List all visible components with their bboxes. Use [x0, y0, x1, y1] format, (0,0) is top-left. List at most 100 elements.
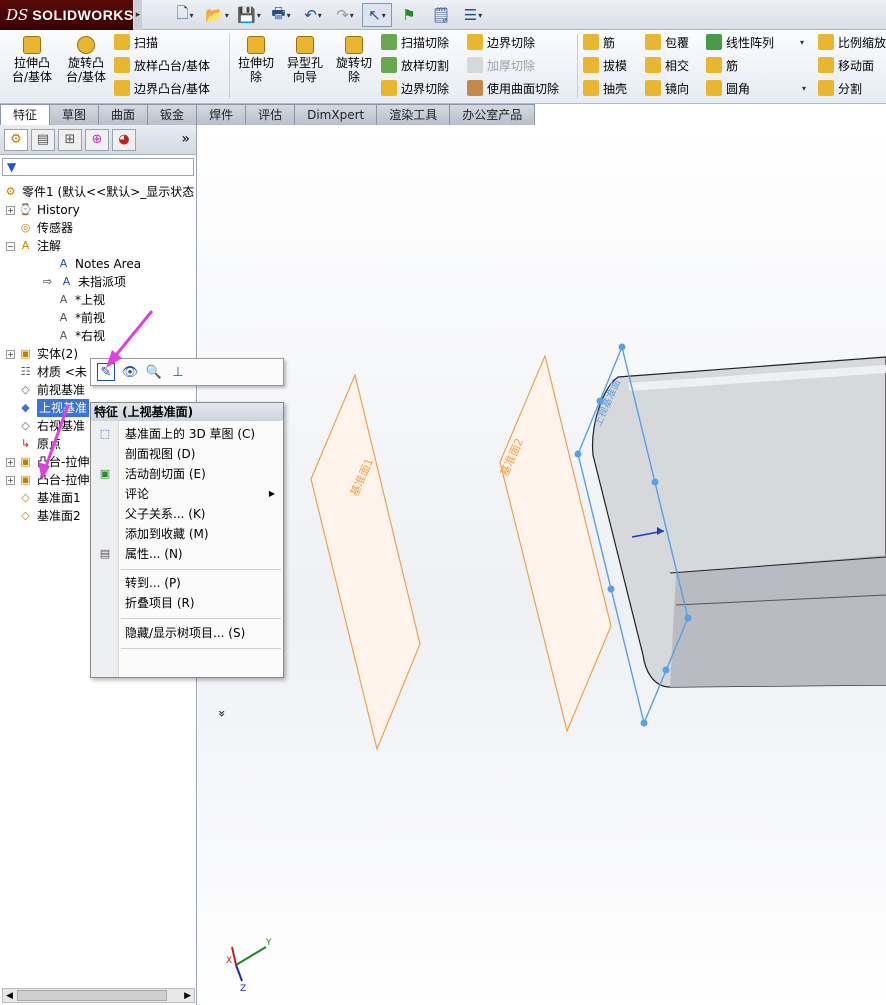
linear-pattern-button[interactable]: 线性阵列 ▾	[706, 32, 804, 52]
tree-node-history[interactable]: + ⌚ History	[6, 201, 80, 219]
intersect-button[interactable]: 相交	[645, 55, 689, 75]
scrollbar-thumb[interactable]	[17, 990, 167, 1001]
options-icon[interactable]: ☰ ▾	[458, 3, 488, 27]
tab-features[interactable]: 特征	[0, 104, 51, 125]
swept-cut-button[interactable]: 扫描切除	[381, 32, 449, 52]
surface-cut-button[interactable]: 使用曲面切除	[467, 78, 559, 98]
display-manager-tab-icon[interactable]: ◕	[112, 128, 136, 151]
new-document-icon[interactable]: 🗋 ▾	[170, 3, 200, 27]
rib-2-button[interactable]: 筋	[706, 55, 738, 75]
dimxpert-manager-tab-icon[interactable]: ⊕	[85, 128, 109, 151]
tree-node-sensors[interactable]: ◎ 传感器	[18, 219, 73, 237]
loft-button[interactable]: 放样凸台/基体	[114, 55, 210, 75]
menu-item-properties[interactable]: ▤ 属性... (N)	[91, 544, 283, 564]
tab-office-products[interactable]: 办公室产品	[449, 104, 536, 125]
redo-icon[interactable]: ↷ ▾	[330, 3, 360, 27]
view-hide-icon[interactable]: 👁	[121, 363, 139, 381]
file-properties-icon[interactable]: 🗒	[426, 3, 456, 27]
expand-icon[interactable]: +	[6, 349, 15, 359]
lofted-cut-button[interactable]: 放样切割	[381, 55, 449, 75]
wrap-button[interactable]: 包覆	[645, 32, 689, 52]
solidworks-logo[interactable]: DS SOLIDWORKS	[0, 0, 133, 30]
menu-item-add-to-favorites[interactable]: 添加到收藏 (M)	[91, 524, 283, 544]
tab-render-tools[interactable]: 渲染工具	[376, 104, 451, 125]
rib-button[interactable]: 筋	[583, 32, 615, 52]
draft-button[interactable]: 拔模	[583, 55, 627, 75]
save-icon[interactable]: 💾 ▾	[234, 3, 264, 27]
menu-item-parent-child[interactable]: 父子关系... (K)	[91, 504, 283, 524]
fillet-dropdown[interactable]: ▾	[802, 84, 806, 93]
boundary-boss-button[interactable]: 边界凸台/基体	[114, 78, 210, 98]
thicken-cut-button[interactable]: 加厚切除	[467, 55, 535, 75]
configuration-manager-tab-icon[interactable]: ⊞	[58, 128, 82, 151]
scale-button[interactable]: 比例缩放	[818, 32, 886, 52]
hole-wizard-button[interactable]: 异型孔 向导	[283, 36, 327, 84]
graphics-area[interactable]: 基准面1 基准面2 上视基准面 Y X Z	[198, 125, 886, 1005]
tree-node-material[interactable]: ☷ 材质 <未	[18, 363, 87, 381]
tree-node-root[interactable]: ⚙ 零件1 (默认<<默认>_显示状态	[3, 183, 195, 201]
boundary-cut-button[interactable]: 边界切除	[381, 78, 449, 98]
tab-sketch[interactable]: 草图	[49, 104, 100, 125]
linear-pattern-dropdown[interactable]: ▾	[800, 38, 804, 47]
select-arrow-icon[interactable]: ↖ ▾	[362, 3, 392, 27]
tree-node-boss-extrude-2[interactable]: + ▣ 凸台-拉伸	[6, 471, 89, 489]
tree-node-unassigned[interactable]: ⇨ A 未指派项	[40, 273, 126, 291]
sketch-icon[interactable]: ✎	[97, 363, 115, 381]
traffic-light-icon[interactable]: ⚑	[394, 3, 424, 27]
tree-node-plane-1[interactable]: ◇ 基准面1	[18, 489, 80, 507]
extrude-cut-button[interactable]: 拉伸切 除	[235, 36, 277, 84]
menu-item-section-view[interactable]: 剖面视图 (D)	[91, 444, 283, 464]
revolve-cut-button[interactable]: 旋转切 除	[333, 36, 375, 84]
tree-node-top-plane[interactable]: ◆ 上视基准	[18, 399, 90, 417]
tree-node-right-plane[interactable]: ◇ 右视基准	[18, 417, 85, 435]
tree-node-plane-2[interactable]: ◇ 基准面2	[18, 507, 80, 525]
feature-manager-tab-icon[interactable]: ⚙	[4, 128, 28, 151]
tree-node-origin[interactable]: ↳ 原点	[18, 435, 61, 453]
property-manager-tab-icon[interactable]: ▤	[31, 128, 55, 151]
zoom-to-selection-icon[interactable]: 🔍	[145, 363, 163, 381]
menu-item-go-to[interactable]: 转到... (P)	[91, 573, 283, 593]
open-folder-icon[interactable]: 📂 ▾	[202, 3, 232, 27]
tree-horizontal-scrollbar[interactable]: ◀ ▶	[2, 988, 195, 1003]
menu-item-3d-sketch-on-plane[interactable]: ⬚ 基准面上的 3D 草图 (C)	[91, 424, 283, 444]
tab-dimxpert[interactable]: DimXpert	[294, 104, 378, 125]
expand-icon[interactable]: +	[6, 457, 15, 467]
tree-node-boss-extrude-1[interactable]: + ▣ 凸台-拉伸	[6, 453, 89, 471]
menu-expand-more-icon[interactable]: »	[212, 620, 232, 717]
menu-item-comment[interactable]: 评论 ▶	[91, 484, 283, 504]
mirror-button[interactable]: 镜向	[645, 78, 689, 98]
tree-node-right-view[interactable]: A *右视	[56, 327, 105, 345]
menu-item-collapse-items[interactable]: 折叠项目 (R)	[91, 593, 283, 613]
menu-item-hide-show-tree-items[interactable]: 隐藏/显示树项目... (S)	[91, 623, 283, 643]
move-face-button[interactable]: 移动面	[818, 55, 874, 75]
boundary-cut-2-button[interactable]: 边界切除	[467, 32, 535, 52]
tab-evaluate[interactable]: 评估	[245, 104, 296, 125]
tree-node-front-plane[interactable]: ◇ 前视基准	[18, 381, 85, 399]
tree-node-notes-area[interactable]: A Notes Area	[56, 255, 141, 273]
scroll-right-icon[interactable]: ▶	[184, 991, 191, 1001]
expand-icon[interactable]: +	[6, 205, 15, 215]
menu-expand-arrow[interactable]: ▸	[134, 0, 142, 30]
tree-node-top-view[interactable]: A *上视	[56, 291, 105, 309]
normal-to-icon[interactable]: ⊥	[169, 363, 187, 381]
panel-more-icon[interactable]: »	[181, 131, 190, 147]
tab-weldments[interactable]: 焊件	[196, 104, 247, 125]
extrude-boss-button[interactable]: 拉伸凸 台/基体	[10, 36, 54, 84]
undo-icon[interactable]: ↶ ▾	[298, 3, 328, 27]
print-icon[interactable]: 🖶 ▾	[266, 3, 296, 27]
menu-item-live-section-plane[interactable]: ▣ 活动剖切面 (E)	[91, 464, 283, 484]
scroll-left-icon[interactable]: ◀	[6, 991, 13, 1001]
tree-node-annotations[interactable]: − A 注解	[6, 237, 61, 255]
tree-node-front-view[interactable]: A *前视	[56, 309, 105, 327]
tree-node-solid-bodies[interactable]: + ▣ 实体(2)	[6, 345, 78, 363]
shell-button[interactable]: 抽壳	[583, 78, 627, 98]
collapse-icon[interactable]: −	[6, 241, 15, 251]
split-button[interactable]: 分割	[818, 78, 862, 98]
revolve-boss-button[interactable]: 旋转凸 台/基体	[63, 36, 109, 84]
fillet-button[interactable]: 圆角 ▾	[706, 78, 806, 98]
tree-filter-input[interactable]: ▼	[2, 158, 194, 176]
tab-surfaces[interactable]: 曲面	[98, 104, 149, 125]
tab-sheet-metal[interactable]: 钣金	[147, 104, 198, 125]
expand-icon[interactable]: +	[6, 475, 15, 485]
sweep-button[interactable]: 扫描	[114, 32, 158, 52]
